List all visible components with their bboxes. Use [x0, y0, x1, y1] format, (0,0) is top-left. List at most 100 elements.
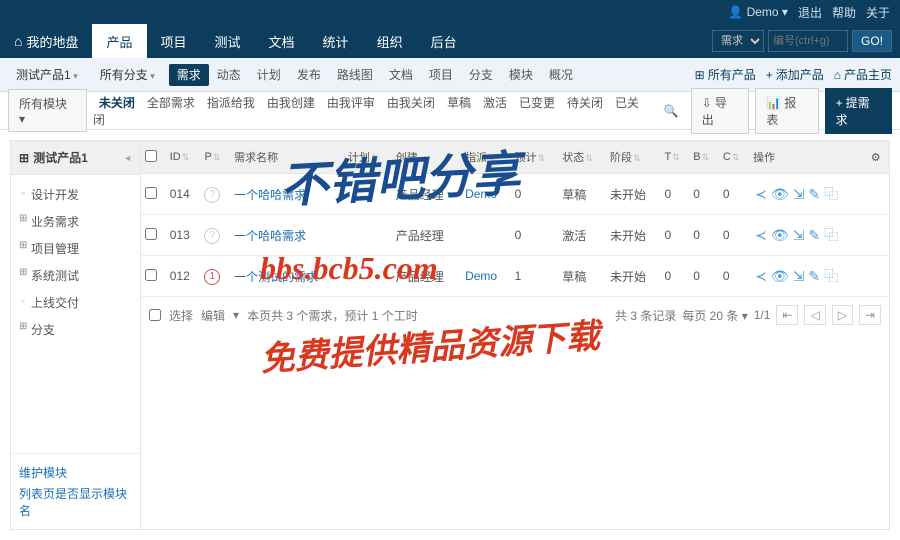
filter-1[interactable]: 全部需求 — [141, 91, 201, 115]
product-dropdown[interactable]: 测试产品1 — [8, 62, 86, 87]
row-checkbox[interactable] — [145, 269, 157, 281]
select-all-checkbox[interactable] — [149, 309, 161, 321]
change-icon[interactable]: ≺ — [755, 186, 767, 202]
subnav-right-1[interactable]: 添加产品 — [766, 66, 824, 83]
col-14[interactable]: ⚙ — [867, 141, 889, 174]
tree-node-2[interactable]: 项目管理 — [11, 235, 140, 262]
help-link[interactable]: 帮助 — [832, 4, 856, 21]
row-checkbox[interactable] — [145, 228, 157, 240]
filter-7[interactable]: 激活 — [477, 91, 513, 115]
nav-3[interactable]: 测试 — [201, 24, 255, 58]
story-title-link[interactable]: 一个测试的需求 — [234, 270, 318, 284]
breakdown-icon[interactable]: ⇲ — [793, 268, 805, 284]
subnav-right-0[interactable]: 所有产品 — [695, 66, 756, 83]
edit-icon[interactable]: ✎ — [808, 227, 820, 243]
first-page-button[interactable]: ⇤ — [776, 305, 798, 325]
col-9[interactable]: 阶段 — [606, 141, 660, 174]
logout-link[interactable]: 退出 — [798, 4, 822, 21]
review-icon[interactable]: 👁 — [771, 268, 789, 284]
story-title-link[interactable]: 一个哈哈需求 — [234, 188, 306, 202]
col-2[interactable]: P — [200, 141, 230, 174]
subnav-item-9[interactable]: 概况 — [541, 64, 581, 86]
toggle-module-name-link[interactable]: 列表页是否显示模块名 — [19, 483, 132, 521]
next-page-button[interactable]: ▷ — [832, 305, 853, 325]
tree-node-5[interactable]: 分支 — [11, 316, 140, 343]
nav-1[interactable]: 产品 — [92, 24, 146, 58]
filter-6[interactable]: 草稿 — [441, 91, 477, 115]
col-11[interactable]: B — [689, 141, 719, 174]
sidebar-title[interactable]: 测试产品1 — [11, 141, 140, 175]
prev-page-button[interactable]: ◁ — [804, 305, 825, 325]
row-assign[interactable]: Demo — [465, 269, 497, 283]
row-assign[interactable]: Demo — [465, 187, 497, 201]
search-input[interactable] — [768, 30, 848, 52]
row-checkbox[interactable] — [145, 187, 157, 199]
copy-icon[interactable]: ⿻ — [824, 227, 838, 243]
col-4[interactable]: 计划 — [344, 141, 392, 174]
tree-node-1[interactable]: 业务需求 — [11, 208, 140, 235]
edit-icon[interactable]: ✎ — [808, 186, 820, 202]
review-icon[interactable]: 👁 — [771, 186, 789, 202]
search-type-select[interactable]: 需求 — [712, 30, 764, 52]
nav-7[interactable]: 后台 — [417, 24, 471, 58]
breakdown-icon[interactable]: ⇲ — [793, 186, 805, 202]
search-go-button[interactable]: GO! — [852, 30, 892, 52]
nav-5[interactable]: 统计 — [309, 24, 363, 58]
copy-icon[interactable]: ⿻ — [824, 268, 838, 284]
subnav-item-6[interactable]: 项目 — [421, 64, 461, 86]
last-page-button[interactable]: ⇥ — [859, 305, 881, 325]
action-2[interactable]: 提需求 — [825, 88, 892, 134]
subnav-item-7[interactable]: 分支 — [461, 64, 501, 86]
col-5[interactable]: 创建 — [392, 141, 461, 174]
subnav-item-3[interactable]: 发布 — [289, 64, 329, 86]
filter-2[interactable]: 指派给我 — [201, 91, 261, 115]
filter-9[interactable]: 待关闭 — [561, 91, 609, 115]
col-7[interactable]: 预计 — [511, 141, 559, 174]
row-t: 0 — [660, 174, 689, 215]
col-6[interactable]: 指派 — [461, 141, 511, 174]
subnav-item-2[interactable]: 计划 — [249, 64, 289, 86]
subnav-item-4[interactable]: 路线图 — [329, 64, 381, 86]
change-icon[interactable]: ≺ — [755, 268, 767, 284]
maintain-module-link[interactable]: 维护模块 — [19, 462, 132, 483]
col-3[interactable]: 需求名称 — [230, 141, 344, 174]
action-1[interactable]: 报表 — [755, 88, 818, 134]
review-icon[interactable]: 👁 — [771, 227, 789, 243]
subnav-item-1[interactable]: 动态 — [209, 64, 249, 86]
copy-icon[interactable]: ⿻ — [824, 186, 838, 202]
col-0[interactable] — [141, 141, 166, 174]
tree-node-0[interactable]: 设计开发 — [11, 181, 140, 208]
col-1[interactable]: ID — [166, 141, 201, 174]
filter-8[interactable]: 已变更 — [513, 91, 561, 115]
nav-6[interactable]: 组织 — [363, 24, 417, 58]
change-icon[interactable]: ≺ — [755, 227, 767, 243]
about-link[interactable]: 关于 — [866, 4, 890, 21]
tree-node-3[interactable]: 系统测试 — [11, 262, 140, 289]
col-12[interactable]: C — [719, 141, 749, 174]
nav-4[interactable]: 文档 — [255, 24, 309, 58]
subnav-item-8[interactable]: 模块 — [501, 64, 541, 86]
branch-dropdown[interactable]: 所有分支 — [92, 62, 163, 87]
per-page-dropdown[interactable]: 每页 20 条 ▾ — [682, 307, 747, 324]
subnav-right-2[interactable]: 产品主页 — [834, 66, 892, 83]
col-10[interactable]: T — [660, 141, 689, 174]
col-8[interactable]: 状态 — [558, 141, 606, 174]
subnav-item-5[interactable]: 文档 — [381, 64, 421, 86]
filter-3[interactable]: 由我创建 — [261, 91, 321, 115]
col-13[interactable]: 操作 — [749, 141, 867, 174]
batch-edit-link[interactable]: 编辑 — [201, 307, 225, 324]
nav-0[interactable]: 我的地盘 — [0, 24, 92, 58]
user-menu[interactable]: 👤 Demo ▾ — [728, 5, 788, 19]
page-indicator: 1/1 — [754, 308, 771, 322]
breakdown-icon[interactable]: ⇲ — [793, 227, 805, 243]
filter-5[interactable]: 由我关闭 — [381, 91, 441, 115]
edit-icon[interactable]: ✎ — [808, 268, 820, 284]
filter-4[interactable]: 由我评审 — [321, 91, 381, 115]
nav-2[interactable]: 项目 — [147, 24, 201, 58]
story-title-link[interactable]: 一个哈哈需求 — [234, 229, 306, 243]
module-filter-button[interactable]: 所有模块 ▾ — [8, 89, 87, 132]
search-filter-icon[interactable]: 🔍 — [658, 99, 685, 123]
action-0[interactable]: 导出 — [691, 88, 750, 134]
tree-node-4[interactable]: 上线交付 — [11, 289, 140, 316]
subnav-item-0[interactable]: 需求 — [169, 64, 209, 86]
